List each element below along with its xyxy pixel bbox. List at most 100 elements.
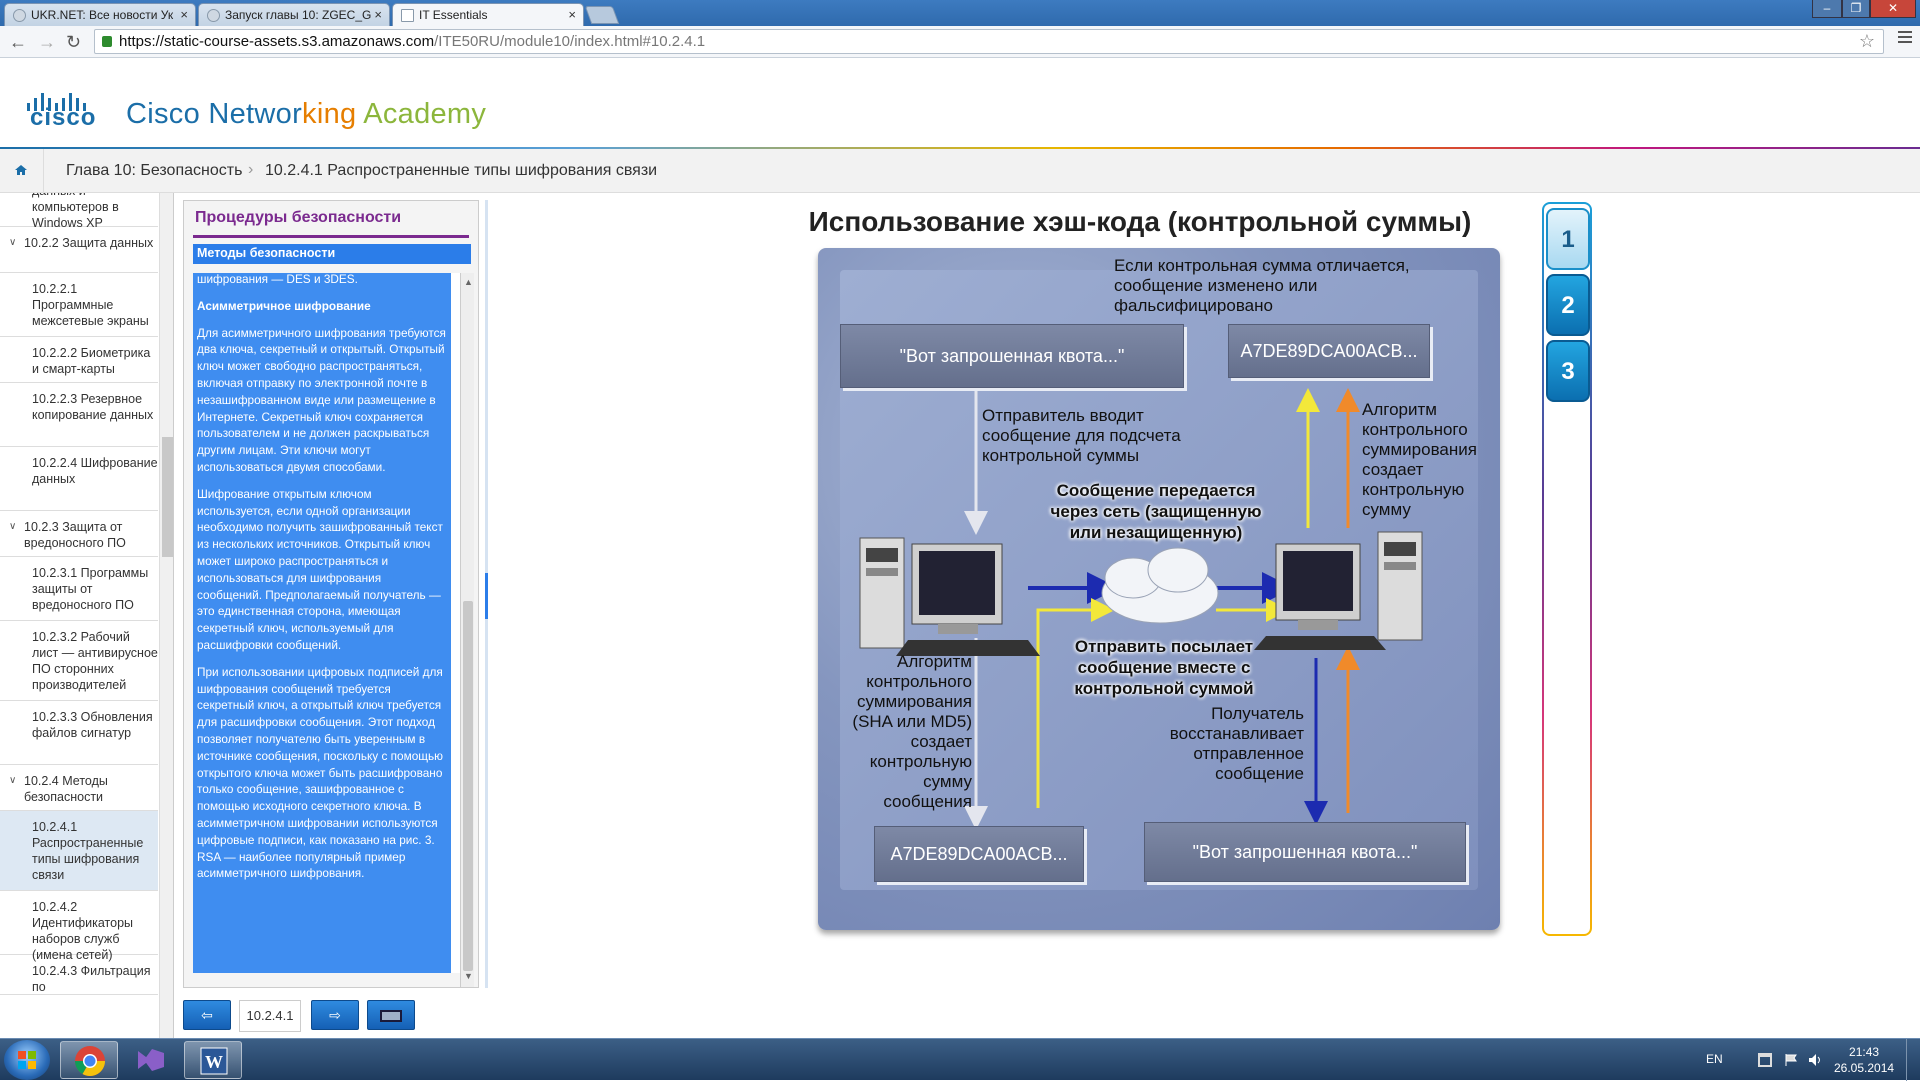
- breadcrumb: Глава 10: Безопасность › 10.2.4.1 Распро…: [0, 149, 1920, 193]
- sidebar-scrollbar[interactable]: [159, 193, 173, 1038]
- panel-scroll-area[interactable]: шифрования — DES и 3DES. Асимметричное ш…: [193, 273, 461, 973]
- forward-arrow-icon[interactable]: →: [38, 32, 56, 53]
- title-part-1: Cisco Networ: [126, 98, 303, 130]
- text-send-with-checksum: Отправить посылает сообщение вместе с ко…: [1074, 637, 1254, 698]
- browser-tab-ukrnet[interactable]: UKR.NET: Все новости Ук ×: [4, 3, 196, 26]
- step-3-button[interactable]: 3: [1546, 340, 1590, 402]
- sidebar-item[interactable]: 10.2.4.2 Идентификаторы наборов служб (и…: [0, 891, 158, 962]
- sidebar-item[interactable]: ∨ 10.2.3 Защита от вредоносного ПО: [0, 511, 158, 557]
- sidebar-item-label: 10.2.2.1 Программные межсетевые экраны: [32, 282, 149, 328]
- previous-page-button[interactable]: ⇦: [183, 1000, 231, 1030]
- taskbar-chrome[interactable]: [60, 1041, 118, 1079]
- sidebar-item-label: 10.2.3.3 Обновления файлов сигнатур: [32, 710, 153, 740]
- arrow-right-icon: ⇨: [329, 1007, 341, 1023]
- academy-title: Cisco Networking Academy: [126, 98, 486, 131]
- sidebar-item[interactable]: 10.2.4.3 Фильтрация по: [0, 955, 158, 995]
- scroll-up-icon[interactable]: ▲: [464, 277, 473, 287]
- visual-studio-icon: [138, 1049, 164, 1071]
- sidebar-item[interactable]: данных и компьютеров в Windows XP: [0, 193, 158, 230]
- tray-clock[interactable]: 21:43 26.05.2014: [1834, 1044, 1894, 1076]
- taskbar-word[interactable]: W: [184, 1041, 242, 1079]
- step-2-button[interactable]: 2: [1546, 274, 1590, 336]
- receiver-computer-icon: [1254, 531, 1423, 650]
- tab-close-icon[interactable]: ×: [568, 7, 576, 22]
- step-1-button[interactable]: 1: [1546, 208, 1590, 270]
- sidebar-item-label: 10.2.2 Защита данных: [24, 236, 154, 250]
- sidebar-item[interactable]: 10.2.3.1 Программы защиты от вредоносног…: [0, 557, 158, 621]
- browser-menu-icon[interactable]: [1898, 31, 1912, 46]
- course-outline-sidebar: данных и компьютеров в Windows XP ∨ 10.2.2…: [0, 193, 174, 1038]
- panel-title-underline: [193, 235, 469, 238]
- divider-handle[interactable]: [485, 573, 488, 619]
- home-button[interactable]: [0, 149, 44, 193]
- sidebar-item[interactable]: 10.2.3.2 Рабочий лист — антивирусное ПО …: [0, 621, 158, 701]
- panel-scroll-thumb[interactable]: [463, 601, 473, 971]
- address-bar[interactable]: https://static-course-assets.s3.amazonaw…: [94, 29, 1884, 54]
- panel-subtitle: Методы безопасности: [193, 244, 471, 264]
- text-network-transfer: Сообщение передается через сеть (защищен…: [1050, 481, 1262, 542]
- page-number-field[interactable]: 10.2.4.1: [239, 1000, 301, 1032]
- tab-close-icon[interactable]: ×: [180, 7, 188, 22]
- browser-tab-zgec[interactable]: Запуск главы 10: ZGEC_G ×: [198, 3, 390, 26]
- sidebar-scroll-thumb[interactable]: [162, 437, 173, 557]
- tab-title: IT Essentials: [419, 8, 488, 22]
- flag-icon[interactable]: [1784, 1053, 1798, 1067]
- next-page-button[interactable]: ⇨: [311, 1000, 359, 1030]
- svg-text:W: W: [205, 1052, 223, 1072]
- sidebar-item-label: 10.2.3.1 Программы защиты от вредоносног…: [32, 566, 149, 612]
- chevron-down-icon[interactable]: ∨: [9, 235, 16, 251]
- sidebar-item[interactable]: ∨ 10.2.4 Методы безопасности: [0, 765, 158, 811]
- minimize-button[interactable]: –: [1812, 0, 1842, 18]
- url-host: https://static-course-assets.s3.amazonaw…: [119, 33, 435, 50]
- sidebar-item[interactable]: 10.2.2.3 Резервное копирование данных: [0, 383, 158, 447]
- start-button[interactable]: [4, 1040, 50, 1080]
- top-message-box: "Вот запрошенная квота...": [840, 324, 1184, 388]
- browser-toolbar: ← → ↻ https://static-course-assets.s3.am…: [0, 26, 1920, 58]
- tab-close-icon[interactable]: ×: [374, 7, 382, 22]
- scroll-down-icon[interactable]: ▼: [464, 971, 473, 981]
- new-tab-button[interactable]: [584, 6, 620, 24]
- panel-paragraph-1: Для асимметричного шифрования требуются …: [197, 325, 446, 474]
- sidebar-item[interactable]: 10.2.2.2 Биометрика и смарт-карты: [0, 337, 158, 383]
- url-path: /ITE50RU/module10/index.html#10.2.4.1: [434, 33, 706, 50]
- bookmark-star-icon[interactable]: ☆: [1859, 31, 1875, 52]
- browser-tab-it-essentials[interactable]: IT Essentials ×: [392, 3, 584, 27]
- sidebar-item-label: 10.2.3 Защита от вредоносного ПО: [24, 520, 126, 550]
- back-arrow-icon[interactable]: ←: [9, 32, 27, 53]
- ukrnet-favicon-icon: [13, 9, 26, 22]
- show-desktop-button[interactable]: [1906, 1039, 1920, 1081]
- sidebar-item-active[interactable]: 10.2.4.1 Распространенные типы шифровани…: [0, 811, 158, 891]
- page-favicon-icon: [401, 9, 414, 22]
- text-sender-input: Отправитель вводит сообщение для подсчет…: [982, 406, 1181, 465]
- panel-scrollbar[interactable]: ▲ ▼: [460, 273, 474, 987]
- volume-icon[interactable]: [1808, 1053, 1822, 1067]
- text-algorithm-right: Алгоритм контрольного суммирования созда…: [1362, 400, 1477, 519]
- close-window-button[interactable]: ✕: [1870, 0, 1916, 18]
- chevron-down-icon[interactable]: ∨: [9, 519, 16, 535]
- top-hash-box: A7DE89DCA00ACB...: [1228, 324, 1430, 378]
- chevron-down-icon[interactable]: ∨: [9, 773, 16, 789]
- sidebar-item-label: данных и компьютеров в Windows XP: [32, 193, 119, 230]
- taskbar-visual-studio[interactable]: [122, 1041, 180, 1079]
- tab-title: Запуск главы 10: ZGEC_G: [225, 8, 372, 22]
- step-navigation-pane: 1 2 3: [1542, 202, 1592, 936]
- action-center-icon[interactable]: [1758, 1053, 1772, 1067]
- fullscreen-button[interactable]: [367, 1000, 415, 1030]
- cloud-network-icon: [1101, 547, 1219, 624]
- sidebar-item-label: 10.2.2.2 Биометрика и смарт-карты: [32, 346, 151, 376]
- text-algorithm-left: Алгоритм контрольного суммирования (SHA …: [852, 652, 972, 811]
- input-language[interactable]: EN: [1706, 1052, 1723, 1066]
- sidebar-item[interactable]: 10.2.3.3 Обновления файлов сигнатур: [0, 701, 158, 765]
- reload-icon[interactable]: ↻: [66, 32, 81, 53]
- sidebar-item-label: 10.2.4.3 Фильтрация по: [32, 964, 151, 994]
- bottom-hash-box: A7DE89DCA00ACB...: [874, 826, 1084, 882]
- clock-date: 26.05.2014: [1834, 1061, 1895, 1075]
- windows-taskbar: W EN 21:43 26.05.2014: [0, 1038, 1920, 1081]
- sidebar-item[interactable]: 10.2.2.4 Шифрование данных: [0, 447, 158, 511]
- maximize-button[interactable]: ❐: [1842, 0, 1870, 18]
- panel-top-fragment: шифрования — DES и 3DES.: [197, 273, 358, 286]
- sidebar-item[interactable]: 10.2.2.1 Программные межсетевые экраны: [0, 273, 158, 337]
- breadcrumb-chapter[interactable]: Глава 10: Безопасность: [66, 162, 242, 180]
- sender-computer-icon: [859, 537, 1040, 656]
- sidebar-item[interactable]: ∨ 10.2.2 Защита данных: [0, 227, 158, 273]
